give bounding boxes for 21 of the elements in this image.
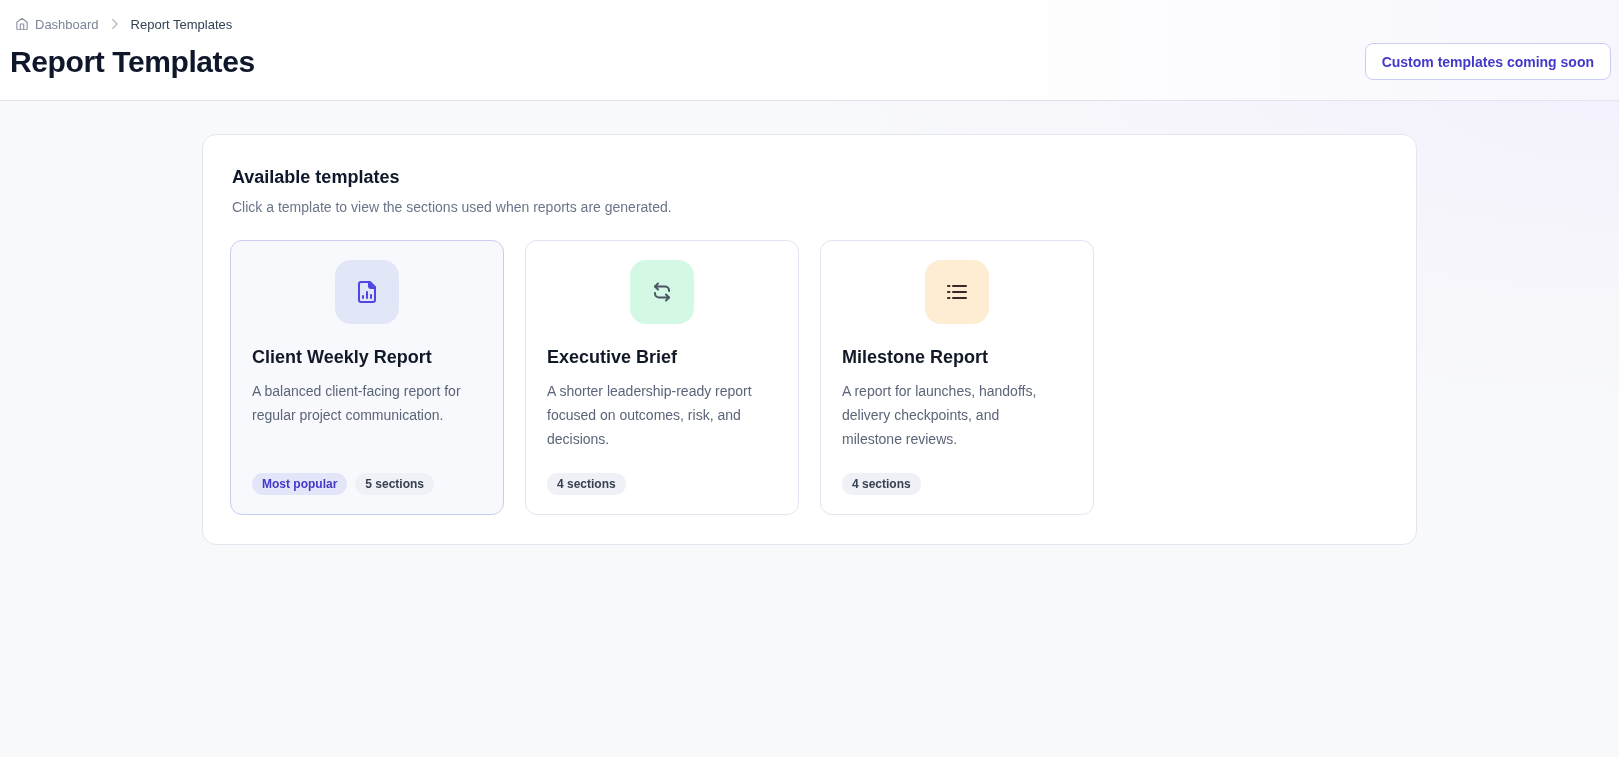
chevron-right-icon — [111, 19, 118, 29]
breadcrumb-link[interactable]: Dashboard — [35, 16, 99, 32]
home-icon[interactable] — [16, 18, 28, 30]
card-title: Executive Brief — [547, 346, 679, 369]
section-count-badge: 4 sections — [842, 473, 921, 495]
section-count-badge: 4 sections — [547, 473, 626, 495]
section-count-badge: 5 sections — [355, 473, 435, 495]
card-description: A balanced client-facing report for regular project communication. — [252, 382, 462, 425]
custom-templates-button[interactable]: Custom templates coming soon — [1364, 43, 1611, 80]
breadcrumb-current: Report Templates — [130, 16, 233, 32]
card-title: Milestone Report — [842, 346, 989, 369]
template-card[interactable]: Executive Brief A shorter leadership-ready report focused on outcomes, risk, and decisions. 4 sections — [525, 240, 799, 515]
template-card[interactable]: Client Weekly Report A balanced client-facing report for regular project communication. Most popular 5 sections — [230, 240, 504, 515]
page-title: Report Templates — [10, 44, 255, 80]
panel-subtitle: Click a template to view the sections used when reports are generated. — [232, 198, 673, 217]
card-title: Client Weekly Report — [252, 346, 433, 369]
template-card[interactable]: Milestone Report A report for launches, handoffs, delivery checkpoints, and milestone reviews. 4 sections — [820, 240, 1094, 515]
popular-badge: Most popular — [252, 473, 348, 495]
card-description: A shorter leadership-ready report focused on outcomes, risk, and decisions. — [547, 382, 753, 449]
panel-title: Available templates — [232, 166, 401, 189]
card-description: A report for launches, handoffs, delivery checkpoints, and milestone reviews. — [842, 382, 1038, 449]
